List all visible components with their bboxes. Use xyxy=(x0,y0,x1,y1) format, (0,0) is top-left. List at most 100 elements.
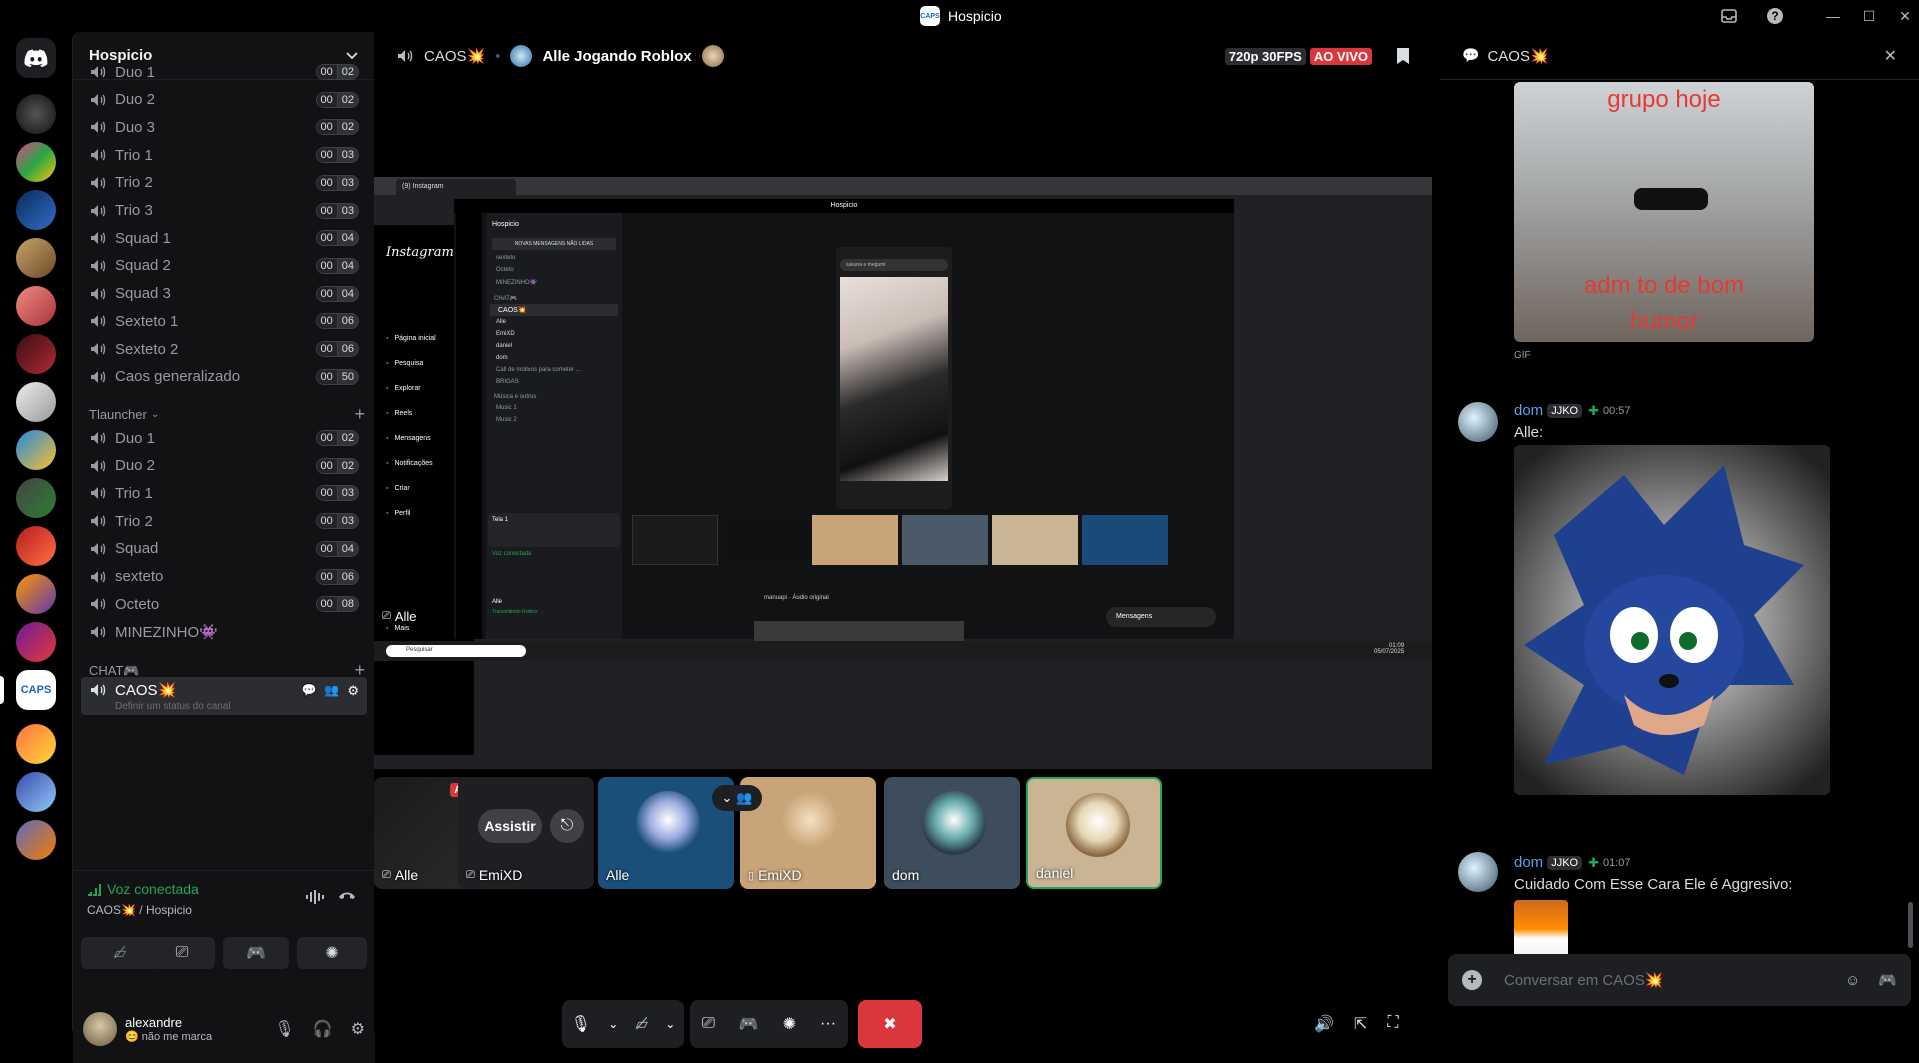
server-icon-4[interactable] xyxy=(16,238,56,278)
popout-icon[interactable]: ⇱ xyxy=(1354,1014,1367,1034)
discord-home-icon[interactable] xyxy=(16,38,56,78)
server-icon-1[interactable] xyxy=(16,94,56,134)
message-header: dom JJKO ✚ 00:57 xyxy=(1514,402,1631,419)
gear-icon[interactable]: ⚙ xyxy=(347,683,359,699)
participant-tile[interactable]: Assistir ⎋ ⎚ EmiXD xyxy=(458,777,594,889)
count-current: 00 xyxy=(316,342,337,356)
gamepad-icon[interactable]: 🎮 xyxy=(1878,971,1897,989)
count-limit: 02 xyxy=(336,120,358,135)
maximize-button[interactable]: ☐ xyxy=(1858,6,1880,26)
headphones-icon[interactable]: 🎧 xyxy=(313,1019,333,1039)
stage-channel-name[interactable]: CAOS💥 xyxy=(424,47,485,65)
mobile-icon: ▯ xyxy=(748,869,755,882)
noise-suppression-icon[interactable] xyxy=(305,889,325,905)
popout-stream-icon[interactable]: ⎋ xyxy=(550,809,584,843)
leave-call-button[interactable]: ✖ xyxy=(858,1000,922,1048)
activity-button[interactable]: 🎮 xyxy=(223,937,289,969)
voice-channel[interactable]: MINEZINHO👾 xyxy=(81,616,367,648)
count-limit: 06 xyxy=(336,342,358,356)
user-avatar[interactable] xyxy=(83,1011,117,1046)
soundboard-icon[interactable]: ✺ xyxy=(783,1014,796,1034)
viewer-avatar[interactable] xyxy=(701,45,724,67)
server-icon-7[interactable] xyxy=(16,382,56,422)
sonic-image[interactable] xyxy=(1514,445,1830,795)
emoji-icon[interactable]: ☺ xyxy=(1845,972,1860,989)
server-icon-8[interactable] xyxy=(16,430,56,470)
bookmark-icon[interactable] xyxy=(1396,47,1410,65)
server-icon-16[interactable] xyxy=(16,820,56,860)
screen-share-icon: ⎚ xyxy=(382,868,391,881)
disconnect-icon[interactable] xyxy=(337,889,357,901)
gamepad-icon[interactable]: 🎮 xyxy=(739,1014,759,1034)
user-info[interactable]: alexandre 😊 não me marca xyxy=(125,1015,212,1043)
author-avatar[interactable] xyxy=(1458,402,1498,442)
soundboard-button[interactable]: ✺ xyxy=(297,937,367,969)
channel-name: Duo 1 xyxy=(115,429,156,447)
camera-off-icon[interactable]: ▱̸ xyxy=(636,1014,648,1034)
channel-status-placeholder[interactable]: Definir um status do canal xyxy=(115,701,231,712)
server-icon-3[interactable] xyxy=(16,190,56,230)
server-icon-11[interactable] xyxy=(16,574,56,614)
active-server-pill xyxy=(0,676,4,704)
participant-name: Alle xyxy=(394,867,419,883)
server-icon-12[interactable] xyxy=(16,622,56,662)
live-badge: AO VIVO xyxy=(1309,47,1372,65)
server-icon-caps-active[interactable]: CAPS xyxy=(16,670,56,710)
user-count: 00 04 xyxy=(315,230,359,247)
message-author[interactable]: dom xyxy=(1514,402,1543,419)
count-limit: 03 xyxy=(336,203,358,218)
message-author[interactable]: dom xyxy=(1514,854,1543,871)
chat-input-box[interactable]: + Conversar em CAOS💥 ☺ 🎮 xyxy=(1448,954,1911,1006)
menu-dot-icon: ◦ xyxy=(386,360,389,367)
active-voice-channel[interactable]: CAOS💥 Definir um status do canal 💬 👥 ⚙ xyxy=(81,677,367,715)
server-icon-15[interactable] xyxy=(16,772,56,812)
server-icon-14[interactable] xyxy=(16,724,56,764)
add-member-icon[interactable]: 👥 xyxy=(324,683,339,699)
close-chat-icon[interactable]: ✕ xyxy=(1884,46,1897,66)
add-attachment-icon[interactable]: + xyxy=(1462,970,1482,990)
shared-screen[interactable]: (9) Instagram Instagram ◦ Página inicial ◦… xyxy=(374,177,1432,769)
speaker-icon xyxy=(91,315,106,328)
participant-name: daniel xyxy=(1036,865,1074,881)
camera-off-button[interactable]: ▱̸ xyxy=(81,937,159,969)
user-status-emoji: 😊 xyxy=(125,1030,139,1043)
server-icon-2[interactable] xyxy=(16,142,56,182)
speaker-icon xyxy=(91,121,106,134)
inbox-icon[interactable] xyxy=(1718,6,1740,26)
server-icon-5[interactable] xyxy=(16,286,56,326)
participants-toggle[interactable]: ⌄ 👥 xyxy=(712,785,762,811)
user-settings-gear-icon[interactable]: ⚙ xyxy=(351,1019,365,1039)
fullscreen-icon[interactable]: ⛶ xyxy=(1387,1014,1398,1034)
chat-bubble-icon[interactable]: 💬 xyxy=(301,683,316,699)
help-icon[interactable]: ? xyxy=(1764,6,1786,26)
screen-share-icon[interactable]: ⎚ xyxy=(702,1015,715,1033)
camera-chevron-icon[interactable]: ⌄ xyxy=(665,1017,675,1031)
instagram-menu-item: ◦ Reels xyxy=(386,410,412,417)
voice-channel[interactable]: Caos generalizado 00 50 xyxy=(81,361,367,393)
microphone-icon[interactable]: 🎙 xyxy=(571,1014,591,1034)
microphone-icon[interactable]: 🎙 xyxy=(274,1019,294,1039)
voice-location[interactable]: CAOS💥 / Hospicio xyxy=(87,903,192,917)
more-icon[interactable]: ··· xyxy=(820,1015,836,1033)
share-screen-button[interactable]: ⎚ xyxy=(149,937,215,969)
inner-item: Call de motivos para cometer ... xyxy=(496,367,581,373)
server-icon-6[interactable] xyxy=(16,334,56,374)
server-icon-9[interactable] xyxy=(16,478,56,518)
volume-icon[interactable]: 🔊 xyxy=(1314,1014,1334,1034)
mic-chevron-icon[interactable]: ⌄ xyxy=(608,1017,618,1031)
minimize-button[interactable]: — xyxy=(1822,6,1844,26)
voice-channel[interactable]: Trio 2 00 03 xyxy=(81,167,367,199)
server-icon-10[interactable] xyxy=(16,526,56,566)
author-avatar[interactable] xyxy=(1458,852,1498,892)
voice-channel[interactable]: Squad 00 04 xyxy=(81,533,367,565)
participant-tile[interactable]: dom xyxy=(884,777,1020,889)
watch-stream-button[interactable]: Assistir xyxy=(478,809,542,843)
user-count: 00 03 xyxy=(315,513,359,530)
participant-avatar xyxy=(636,791,700,855)
gif-image[interactable]: grupo hoje adm to de bom humor xyxy=(1514,82,1814,342)
chat-panel: 💬 CAOS💥 ✕ grupo hoje adm to de bom humor… xyxy=(1440,32,1919,1031)
channel-name: Trio 1 xyxy=(115,484,153,502)
participant-tile[interactable]: daniel xyxy=(1026,777,1162,889)
chat-scrollbar[interactable] xyxy=(1908,902,1913,948)
close-window-button[interactable]: ✕ xyxy=(1894,6,1916,26)
